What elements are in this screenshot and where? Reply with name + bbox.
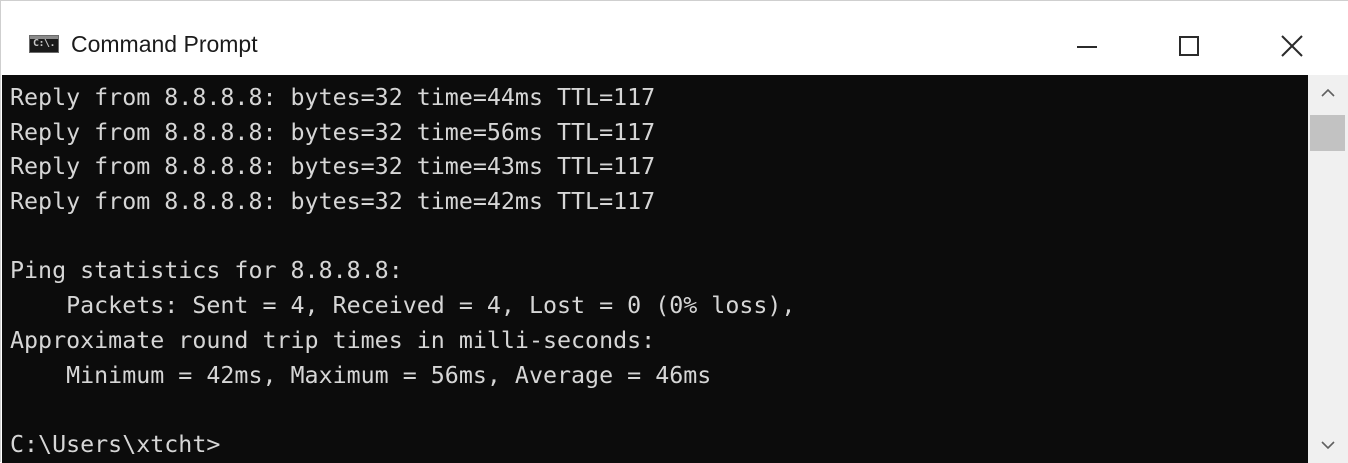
console-line: Reply from 8.8.8.8: bytes=32 time=43ms T… <box>10 153 656 181</box>
console-blank-line <box>10 220 795 255</box>
command-prompt-window: C:\. Command Prompt Reply from 8.8.8.8: … <box>0 0 1348 463</box>
command-prompt-line[interactable]: C:\Users\xtcht> <box>10 428 795 463</box>
console-line: Ping statistics for 8.8.8.8: <box>10 257 403 285</box>
close-icon <box>1281 35 1303 57</box>
maximize-button[interactable] <box>1141 17 1237 75</box>
console-blank-line <box>10 393 795 428</box>
vertical-scrollbar[interactable] <box>1308 75 1348 463</box>
console-line: Minimum = 42ms, Maximum = 56ms, Average … <box>10 361 712 389</box>
console-line: Packets: Sent = 4, Received = 4, Lost = … <box>10 292 796 320</box>
minimize-button[interactable] <box>1039 17 1135 75</box>
console-lines: Reply from 8.8.8.8: bytes=32 time=44ms T… <box>10 81 795 463</box>
console-output[interactable]: Reply from 8.8.8.8: bytes=32 time=44ms T… <box>2 75 1308 463</box>
maximize-icon <box>1179 36 1199 56</box>
scroll-up-button[interactable] <box>1308 75 1348 111</box>
console-line: Approximate round trip times in milli-se… <box>10 326 656 354</box>
console-line: Reply from 8.8.8.8: bytes=32 time=42ms T… <box>10 188 656 216</box>
console-line: Reply from 8.8.8.8: bytes=32 time=56ms T… <box>10 118 656 146</box>
close-button[interactable] <box>1244 17 1340 75</box>
cmd-icon-label: C:\. <box>33 38 56 49</box>
window-title: Command Prompt <box>71 31 258 57</box>
title-bar[interactable]: C:\. Command Prompt <box>1 9 1348 75</box>
cmd-icon[interactable]: C:\. <box>29 35 59 53</box>
scroll-down-button[interactable] <box>1308 427 1348 463</box>
chevron-up-icon <box>1321 88 1335 97</box>
console-line: Reply from 8.8.8.8: bytes=32 time=44ms T… <box>10 84 656 111</box>
chevron-down-icon <box>1321 441 1335 450</box>
scroll-thumb[interactable] <box>1310 115 1345 151</box>
minimize-icon <box>1077 46 1097 48</box>
